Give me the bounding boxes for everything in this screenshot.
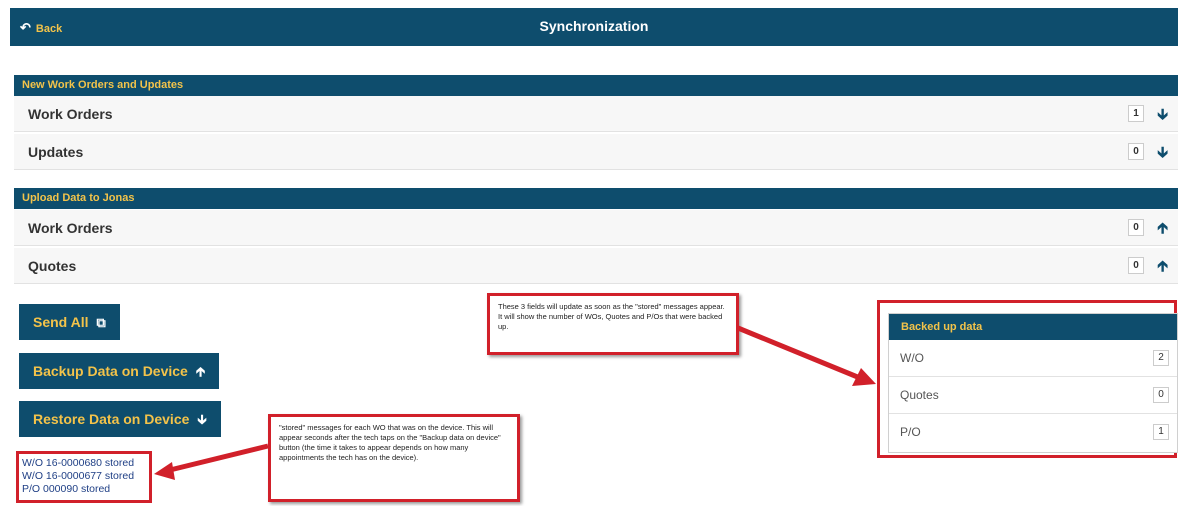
arrow-to-stored [169,443,269,473]
annotation-arrows [154,325,876,480]
arrowhead-left-icon [154,462,175,480]
arrow-to-backed-up [737,325,861,381]
